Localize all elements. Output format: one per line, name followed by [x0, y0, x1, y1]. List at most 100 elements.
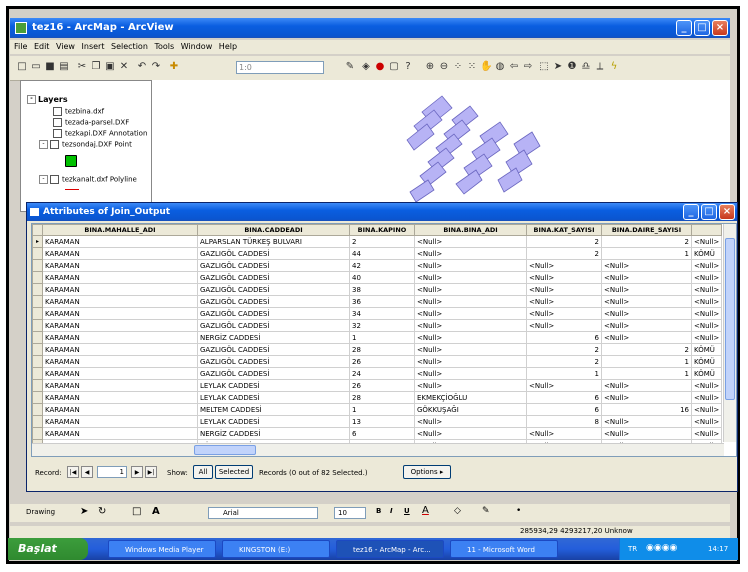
table-cell[interactable]: <Null>	[601, 295, 692, 308]
table-row[interactable]: KARAMAN LEYLAK CADDESİ 26 <Null> <Null> <Null…	[32, 379, 723, 392]
table-cell[interactable]: KARAMAN	[42, 403, 198, 416]
map-scale-field[interactable]: 1:0	[236, 61, 324, 74]
maximize-button[interactable]: □	[694, 20, 710, 36]
table-cell[interactable]: 36	[349, 295, 415, 308]
menu-edit[interactable]: Edit	[34, 42, 50, 51]
column-header[interactable]: BINA.MAHALLE_ADI	[42, 224, 198, 236]
table-cell[interactable]: GAZLIGÖL CADDESİ	[197, 355, 350, 368]
table-cell[interactable]: <Null>	[414, 415, 527, 428]
record-number-field[interactable]: 1	[97, 466, 127, 478]
table-cell[interactable]: 2	[526, 235, 602, 248]
table-row[interactable]: KARAMAN GAZLIGÖL CADDESİ 26 <Null> 2 1 KÖMÜ	[32, 355, 723, 368]
italic-icon[interactable]: I	[390, 507, 393, 515]
horizontal-scrollbar[interactable]	[32, 443, 724, 456]
whats-this-icon[interactable]: ?	[402, 61, 414, 73]
table-cell[interactable]: KARAMAN	[42, 367, 198, 380]
table-cell[interactable]: <Null>	[690, 271, 723, 284]
row-selector[interactable]	[32, 427, 43, 440]
row-selector[interactable]	[32, 379, 43, 392]
column-header[interactable]: BINA.CADDEADI	[197, 224, 350, 236]
menu-help[interactable]: Help	[219, 42, 237, 51]
table-row[interactable]: KARAMAN LEYLAK CADDESİ 28 EKMEKÇİOĞLU 6 <Null…	[32, 391, 723, 404]
fixed-zoom-in-icon[interactable]: ⁘	[452, 61, 464, 73]
copy-icon[interactable]: ❐	[90, 61, 102, 73]
table-row[interactable]: KARAMAN NERGİZ CADDESİ 6 <Null> <Null> <Null>…	[32, 427, 723, 440]
table-cell[interactable]: KARAMAN	[42, 283, 198, 296]
table-cell[interactable]: 6	[526, 391, 602, 404]
table-cell[interactable]: <Null>	[690, 307, 723, 320]
table-cell[interactable]: 24	[349, 367, 415, 380]
table-cell[interactable]: <Null>	[414, 247, 527, 260]
layer-checkbox[interactable]	[50, 175, 59, 184]
row-selector[interactable]	[32, 295, 43, 308]
row-selector[interactable]	[32, 355, 43, 368]
table-cell[interactable]: <Null>	[526, 271, 602, 284]
table-cell[interactable]: ALPARSLAN TÜRKEŞ BULVARI	[197, 235, 350, 248]
table-cell[interactable]: 32	[349, 319, 415, 332]
layer-checkbox[interactable]	[50, 140, 59, 149]
collapse-icon[interactable]: -	[27, 95, 36, 104]
table-cell[interactable]: 6	[349, 427, 415, 440]
toc-layer-item[interactable]: tezkapi.DXF Annotation	[53, 129, 147, 140]
table-cell[interactable]: KARAMAN	[42, 343, 198, 356]
table-cell[interactable]: GÖKKUŞAĞI	[414, 403, 527, 416]
table-cell[interactable]: GAZLIGÖL CADDESİ	[197, 307, 350, 320]
table-cell[interactable]: 2	[601, 235, 692, 248]
table-cell[interactable]: GAZLIGÖL CADDESİ	[197, 295, 350, 308]
task-word[interactable]: 11 - Microsoft Word	[450, 540, 558, 558]
table-cell[interactable]: GAZLIGÖL CADDESİ	[197, 271, 350, 284]
task-windows-media-player[interactable]: Windows Media Player	[108, 540, 216, 558]
close-button[interactable]: ×	[712, 20, 728, 36]
zoom-in-icon[interactable]: ⊕	[424, 61, 436, 73]
tray-icons[interactable]: ◉◉◉◉	[646, 543, 677, 553]
table-cell[interactable]: <Null>	[526, 379, 602, 392]
minimize-button[interactable]: _	[676, 20, 692, 36]
table-cell[interactable]: GAZLIGÖL CADDESİ	[197, 319, 350, 332]
table-cell[interactable]: <Null>	[414, 259, 527, 272]
table-cell[interactable]: <Null>	[526, 319, 602, 332]
table-cell[interactable]: KARAMAN	[42, 295, 198, 308]
vertical-scrollbar[interactable]	[723, 224, 736, 442]
language-indicator[interactable]: TR	[628, 545, 637, 553]
table-cell[interactable]: <Null>	[690, 427, 723, 440]
table-row[interactable]: KARAMAN GAZLIGÖL CADDESİ 36 <Null> <Null> <Nu…	[32, 295, 723, 308]
table-cell[interactable]: <Null>	[601, 391, 692, 404]
table-row[interactable]: KARAMAN NERGİZ CADDESİ 1 <Null> 6 <Null> <Null…	[32, 331, 723, 344]
table-cell[interactable]: <Null>	[414, 295, 527, 308]
table-cell[interactable]: MELTEM CADDESİ	[197, 403, 350, 416]
table-cell[interactable]: KARAMAN	[42, 391, 198, 404]
row-selector[interactable]	[32, 319, 43, 332]
table-cell[interactable]: <Null>	[690, 295, 723, 308]
table-cell[interactable]: KÖMÜ	[690, 343, 723, 356]
open-icon[interactable]: ▭	[30, 61, 42, 73]
marker-color-icon[interactable]: •	[516, 506, 521, 516]
table-cell[interactable]: GAZLIGÖL CADDESİ	[197, 367, 350, 380]
select-elements-icon[interactable]: ➤	[552, 61, 564, 73]
table-cell[interactable]: <Null>	[601, 415, 692, 428]
row-selector[interactable]: ▸	[32, 235, 43, 248]
table-cell[interactable]: KARAMAN	[42, 355, 198, 368]
table-cell[interactable]: 40	[349, 271, 415, 284]
table-cell[interactable]: 1	[526, 367, 602, 380]
save-icon[interactable]: ■	[44, 61, 56, 73]
menu-file[interactable]: File	[14, 42, 27, 51]
table-cell[interactable]: 2	[349, 235, 415, 248]
table-cell[interactable]: <Null>	[601, 331, 692, 344]
table-cell[interactable]: KÖMÜ	[690, 355, 723, 368]
select-features-icon[interactable]: ⬚	[538, 61, 550, 73]
table-cell[interactable]: GAZLIGÖL CADDESİ	[197, 283, 350, 296]
table-cell[interactable]: <Null>	[526, 295, 602, 308]
table-cell[interactable]: 1	[601, 247, 692, 260]
table-row[interactable]: KARAMAN GAZLIGÖL CADDESİ 34 <Null> <Null> <Nu…	[32, 307, 723, 320]
table-cell[interactable]: 26	[349, 379, 415, 392]
table-cell[interactable]: 44	[349, 247, 415, 260]
table-cell[interactable]: <Null>	[526, 259, 602, 272]
table-cell[interactable]: <Null>	[690, 331, 723, 344]
font-size-select[interactable]: 10	[334, 507, 366, 519]
row-selector[interactable]	[32, 391, 43, 404]
table-row[interactable]: KARAMAN GAZLIGÖL CADDESİ 28 <Null> 2 2 KÖMÜ	[32, 343, 723, 356]
vertical-scroll-thumb[interactable]	[725, 238, 735, 400]
table-cell[interactable]: 8	[526, 415, 602, 428]
menu-window[interactable]: Window	[181, 42, 213, 51]
task-arcmap[interactable]: tez16 - ArcMap - Arc...	[336, 540, 444, 558]
